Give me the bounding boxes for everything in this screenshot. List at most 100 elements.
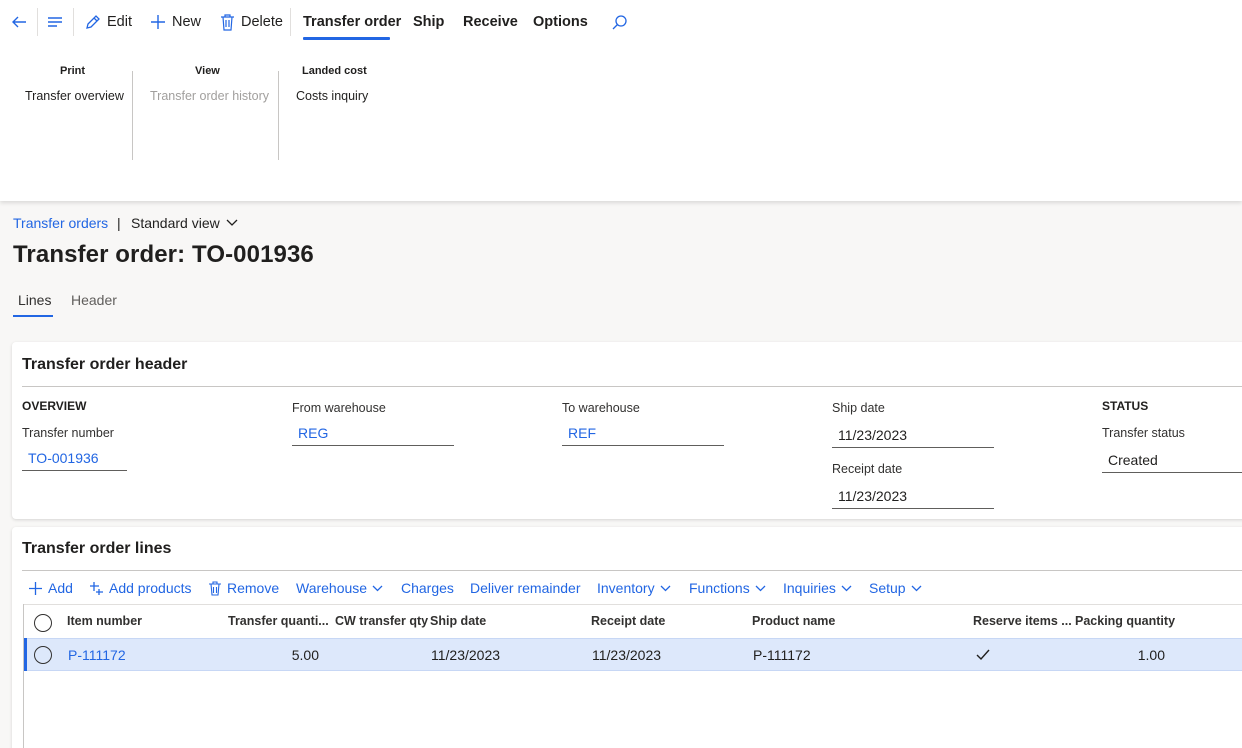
toolbar-divider [73,8,74,36]
overview-heading: OVERVIEW [22,399,87,413]
chevron-down-icon [755,585,766,591]
cell-receipt-date[interactable]: 11/23/2023 [592,647,661,663]
back-arrow-icon [12,16,26,28]
cell-ship-date[interactable]: 11/23/2023 [431,647,500,663]
group-title-print: Print [60,65,86,77]
warehouse-menu[interactable]: Warehouse [296,578,383,598]
hamburger-icon [48,17,62,27]
transfer-order-history-button[interactable]: Transfer order history [150,89,269,103]
charges-label: Charges [401,580,454,596]
search-icon [612,14,627,29]
header-card-title[interactable]: Transfer order header [22,356,187,374]
chevron-down-icon [372,585,383,591]
charges-button[interactable]: Charges [401,578,454,598]
new-button[interactable]: New [150,0,201,44]
from-warehouse-label: From warehouse [292,401,386,415]
edit-label: Edit [107,14,132,30]
to-warehouse-field[interactable]: REF [562,420,724,446]
select-all-checkbox[interactable] [34,614,52,632]
view-selector[interactable]: Standard view [131,215,238,231]
ship-date-field[interactable]: 11/23/2023 [832,422,994,448]
active-page-tab-indicator [13,315,53,317]
chevron-down-icon [660,585,671,591]
column-header-packing-quantity[interactable]: Packing quantity [1075,614,1175,628]
warehouse-menu-label: Warehouse [296,580,368,596]
plus-icon [29,581,42,595]
functions-menu-label: Functions [689,580,750,596]
inquiries-menu[interactable]: Inquiries [783,578,852,598]
group-title-view: View [195,65,220,77]
cell-packing-quantity[interactable]: 1.00 [1100,647,1165,663]
ship-date-label: Ship date [832,401,885,415]
lines-card-title[interactable]: Transfer order lines [22,540,171,558]
column-header-transfer-quantity[interactable]: Transfer quanti... [228,614,329,628]
delete-label: Delete [241,14,283,30]
plus-icon [151,15,165,29]
receipt-date-field[interactable]: 11/23/2023 [832,483,994,509]
transfer-number-label: Transfer number [22,426,114,440]
trash-icon [221,13,234,31]
column-header-ship-date[interactable]: Ship date [430,614,486,628]
transfer-number-field[interactable]: TO-001936 [22,445,127,471]
cell-reserve-items[interactable] [976,648,990,664]
breadcrumb-transfer-orders[interactable]: Transfer orders [13,215,108,231]
remove-line-button[interactable]: Remove [208,578,279,598]
transfer-status-label: Transfer status [1102,426,1185,440]
tab-options[interactable]: Options [533,0,588,44]
chevron-down-icon [911,585,922,591]
edit-button[interactable]: Edit [84,0,132,44]
back-button[interactable] [10,0,28,44]
column-header-item-number[interactable]: Item number [67,614,142,628]
column-header-reserve-items[interactable]: Reserve items ... [973,614,1072,628]
row-selected-marker [24,638,27,671]
status-heading: STATUS [1102,399,1149,413]
add-products-icon [90,581,103,595]
tab-lines[interactable]: Lines [18,292,51,308]
from-warehouse-field[interactable]: REG [292,420,454,446]
inventory-menu[interactable]: Inventory [597,578,671,598]
setup-menu-label: Setup [869,580,906,596]
column-header-cw-transfer-qty[interactable]: CW transfer qty [335,614,428,628]
tab-receive[interactable]: Receive [463,0,518,44]
cell-transfer-quantity[interactable]: 5.00 [260,647,319,663]
delete-button[interactable]: Delete [220,0,283,44]
transfer-overview-button[interactable]: Transfer overview [25,89,124,103]
chevron-down-icon [841,585,852,591]
setup-menu[interactable]: Setup [869,578,922,598]
pencil-icon [86,14,100,29]
grid-left-border [23,604,24,748]
grid-top-border [23,604,1242,605]
transfer-status-field[interactable]: Created [1102,447,1242,473]
group-title-landed-cost: Landed cost [302,65,367,77]
costs-inquiry-button[interactable]: Costs inquiry [296,89,368,103]
trash-icon [209,580,221,596]
group-divider [278,71,279,160]
deliver-remainder-button[interactable]: Deliver remainder [470,578,580,598]
inventory-menu-label: Inventory [597,580,655,596]
checkmark-icon [976,649,990,661]
column-header-product-name[interactable]: Product name [752,614,835,628]
receipt-date-label: Receipt date [832,462,903,476]
search-button[interactable] [611,0,628,44]
card-divider [22,570,1242,571]
chevron-down-icon [226,219,238,226]
toolbar-divider [37,8,38,36]
tab-ship[interactable]: Ship [413,0,444,44]
menu-button[interactable] [46,0,64,44]
active-tab-indicator [303,37,390,40]
tab-header[interactable]: Header [71,292,117,308]
toolbar-divider [290,8,291,36]
card-divider [22,386,1242,387]
add-products-label: Add products [109,580,192,596]
remove-line-label: Remove [227,580,280,596]
cell-product-name[interactable]: P-111172 [753,647,811,663]
add-line-button[interactable]: Add [28,578,73,598]
transfer-order-header-card: Transfer order header OVERVIEW Transfer … [12,342,1242,519]
group-divider [132,71,133,160]
add-products-button[interactable]: Add products [89,578,192,598]
column-header-receipt-date[interactable]: Receipt date [591,614,665,628]
cell-item-number[interactable]: P-111172 [68,647,126,663]
top-toolbar: Edit New Delete Transfer order Ship Rece… [0,0,1242,44]
row-select-checkbox[interactable] [34,646,52,664]
functions-menu[interactable]: Functions [689,578,766,598]
